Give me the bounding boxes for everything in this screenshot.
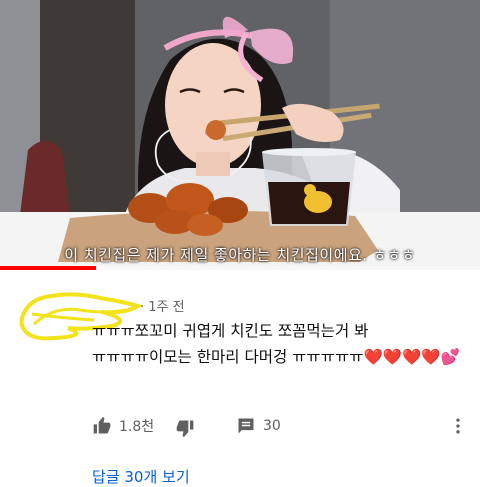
like-button[interactable]: 1.8천 — [92, 416, 154, 436]
comment-icon — [238, 418, 254, 434]
more-vertical-icon — [456, 418, 460, 434]
video-subtitle: 이 치킨집은 제가 제일 좋아하는 치킨집이에요. ㅎㅎㅎ — [64, 246, 416, 264]
video-frame — [0, 0, 480, 270]
video-player[interactable]: 이 치킨집은 제가 제일 좋아하는 치킨집이에요. ㅎㅎㅎ — [0, 0, 480, 270]
reply-button[interactable]: 30 — [236, 416, 281, 436]
comment-actions: 1.8천 30 — [92, 416, 472, 440]
thumbs-up-icon — [93, 416, 111, 434]
dislike-button[interactable] — [175, 418, 195, 438]
comment-menu-button[interactable] — [448, 416, 468, 436]
like-count: 1.8천 — [119, 419, 155, 435]
reply-count: 30 — [263, 418, 281, 434]
comment-text: ㅠㅠㅠ쪼꼬미 귀엽게 치킨도 쪼꼼먹는거 봐 ㅠㅠㅠㅠ이모는 한마리 다머겅 ㅠ… — [92, 322, 460, 366]
view-replies-link[interactable]: 답글 30개 보기 — [92, 466, 190, 487]
comment-timestamp: · 1주 전 — [140, 300, 185, 315]
thumbs-down-icon — [176, 420, 194, 438]
comment: · 1주 전 ㅠㅠㅠ쪼꼬미 귀엽게 치킨도 쪼꼼먹는거 봐 ㅠㅠㅠㅠ이모는 한마… — [0, 270, 480, 486]
